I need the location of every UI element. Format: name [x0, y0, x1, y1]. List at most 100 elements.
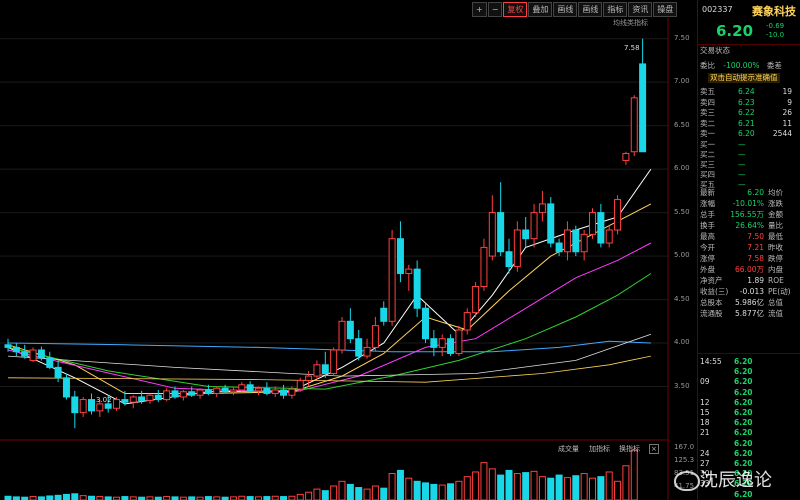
order-book-row[interactable]: 买一 —	[700, 140, 792, 150]
order-book-row[interactable]: 买二 —	[700, 150, 792, 160]
watermark: 沈辰逸论	[672, 466, 772, 492]
quote-value: 156.55万	[730, 210, 764, 219]
volume-bar	[355, 487, 363, 500]
candle-body	[296, 379, 304, 390]
volume-bar	[71, 493, 79, 500]
quote-label: 流通股	[700, 309, 723, 318]
candle-body	[246, 384, 254, 392]
candle-body	[547, 203, 555, 244]
price-axis-tick: 6.00	[674, 164, 690, 173]
order-book-row[interactable]: 买三 —	[700, 160, 792, 170]
candle-body	[188, 391, 196, 396]
change-percent: -10.0	[766, 31, 785, 39]
candle-body	[630, 97, 638, 153]
quote-label: 涨停	[700, 254, 715, 263]
candle-body	[21, 351, 29, 357]
zoom-out-button[interactable]: −	[487, 2, 503, 17]
volume-bar	[296, 493, 304, 500]
commission-row: 委比 -100.00% 委差	[700, 61, 782, 71]
tick-row: 21 6.20	[700, 428, 758, 438]
kline-chart[interactable]: 7.58 3.02	[0, 0, 690, 500]
add-indicator-button[interactable]: 加指标	[589, 444, 610, 454]
candle-body	[305, 375, 313, 381]
volume-bar	[271, 495, 279, 500]
quote-label-2: 内盘	[768, 265, 783, 274]
candle-body	[438, 338, 446, 348]
candle-body	[580, 233, 588, 253]
ma-indicator-label[interactable]: 均线类指标	[613, 18, 648, 28]
tick-row: 6.20	[700, 439, 758, 449]
candle-body	[271, 389, 279, 394]
candle-body	[614, 199, 622, 231]
candle-body	[104, 403, 112, 409]
high-price-label: 7.58	[624, 44, 640, 52]
volume-bar	[572, 475, 580, 500]
ma10-line	[7, 203, 652, 394]
candle-body	[480, 246, 488, 288]
tip-bar[interactable]: 双击自动提示准确值	[708, 73, 780, 83]
order-book-row[interactable]: 卖四 6.23 9	[700, 98, 792, 108]
volume-bar	[513, 473, 521, 500]
quote-row: 总手 156.55万 金额	[700, 210, 783, 220]
volume-bar	[555, 474, 563, 500]
adjust-button[interactable]: 复权	[503, 2, 528, 17]
candle-body	[229, 389, 237, 393]
candle-body	[280, 389, 288, 396]
volume-bar	[238, 495, 246, 500]
price-axis-tick: 3.50	[674, 381, 690, 390]
quote-row: 流通股 5.877亿 流值	[700, 309, 783, 319]
commission-label: 委比	[700, 61, 715, 70]
quote-label-2: 量比	[768, 221, 783, 230]
quote-row: 总股本 5.986亿 总值	[700, 298, 783, 308]
quote-label: 总股本	[700, 298, 723, 307]
zoom-in-button[interactable]: +	[472, 2, 487, 17]
candle-body	[221, 387, 229, 393]
volume-indicator-button[interactable]: 成交量	[558, 444, 579, 454]
watermark-text: 沈辰逸论	[700, 470, 772, 491]
price-axis-tick: 5.00	[674, 251, 690, 260]
candle-body	[62, 377, 70, 398]
candle-body	[113, 399, 121, 409]
volume-bar	[455, 480, 463, 500]
indicator-button[interactable]: 指标	[603, 2, 628, 17]
order-book-row[interactable]: 卖三 6.22 26	[700, 108, 792, 118]
level-price: 6.20	[738, 129, 755, 138]
candle-body	[505, 251, 513, 268]
volume-bar	[246, 496, 254, 500]
quote-row: 涨幅 -10.01% 涨跌	[700, 199, 783, 209]
quote-label-2: PE(动)	[768, 287, 791, 296]
tick-row: 09 6.20	[700, 377, 758, 387]
ma250-line	[7, 355, 651, 383]
quote-panel: 002337 赛象科技 6.20 -0.69 -10.0 交易状态 委比 -10…	[697, 0, 800, 500]
draw-button[interactable]: 画线	[553, 2, 578, 17]
candle-body	[346, 320, 354, 340]
quote-row: 今开 7.21 昨收	[700, 243, 783, 253]
trade-button[interactable]: 操盘	[653, 2, 678, 17]
stock-name[interactable]: 赛象科技	[752, 3, 796, 19]
tick-row: 6.20	[700, 388, 758, 398]
volume-bar	[29, 496, 37, 500]
quote-label: 最高	[700, 232, 715, 241]
tick-row: 15 6.20	[700, 408, 758, 418]
tick-row: 24 6.20	[700, 449, 758, 459]
order-book-row[interactable]: 卖一 6.20 2544	[700, 129, 792, 139]
candle-body	[4, 344, 12, 348]
tick-row: 6.20	[700, 367, 758, 377]
candle-body	[563, 229, 571, 253]
quote-label: 最新	[700, 188, 715, 197]
candle-body	[79, 399, 87, 414]
candle-body	[622, 152, 630, 161]
switch-indicator-button[interactable]: 换指标	[619, 444, 640, 454]
overlay-button[interactable]: 叠加	[528, 2, 553, 17]
volume-bar	[321, 490, 329, 500]
moving-average-lines	[7, 168, 652, 405]
close-icon[interactable]: ×	[649, 444, 659, 454]
order-book-row[interactable]: 买四 —	[700, 170, 792, 180]
news-button[interactable]: 资讯	[628, 2, 653, 17]
line-button[interactable]: 画线	[578, 2, 603, 17]
price-axis-tick: 7.50	[674, 33, 690, 42]
candle-body	[154, 394, 162, 401]
order-book-row[interactable]: 卖二 6.21 11	[700, 119, 792, 129]
volume-bar	[614, 480, 622, 500]
order-book-row[interactable]: 卖五 6.24 19	[700, 87, 792, 97]
